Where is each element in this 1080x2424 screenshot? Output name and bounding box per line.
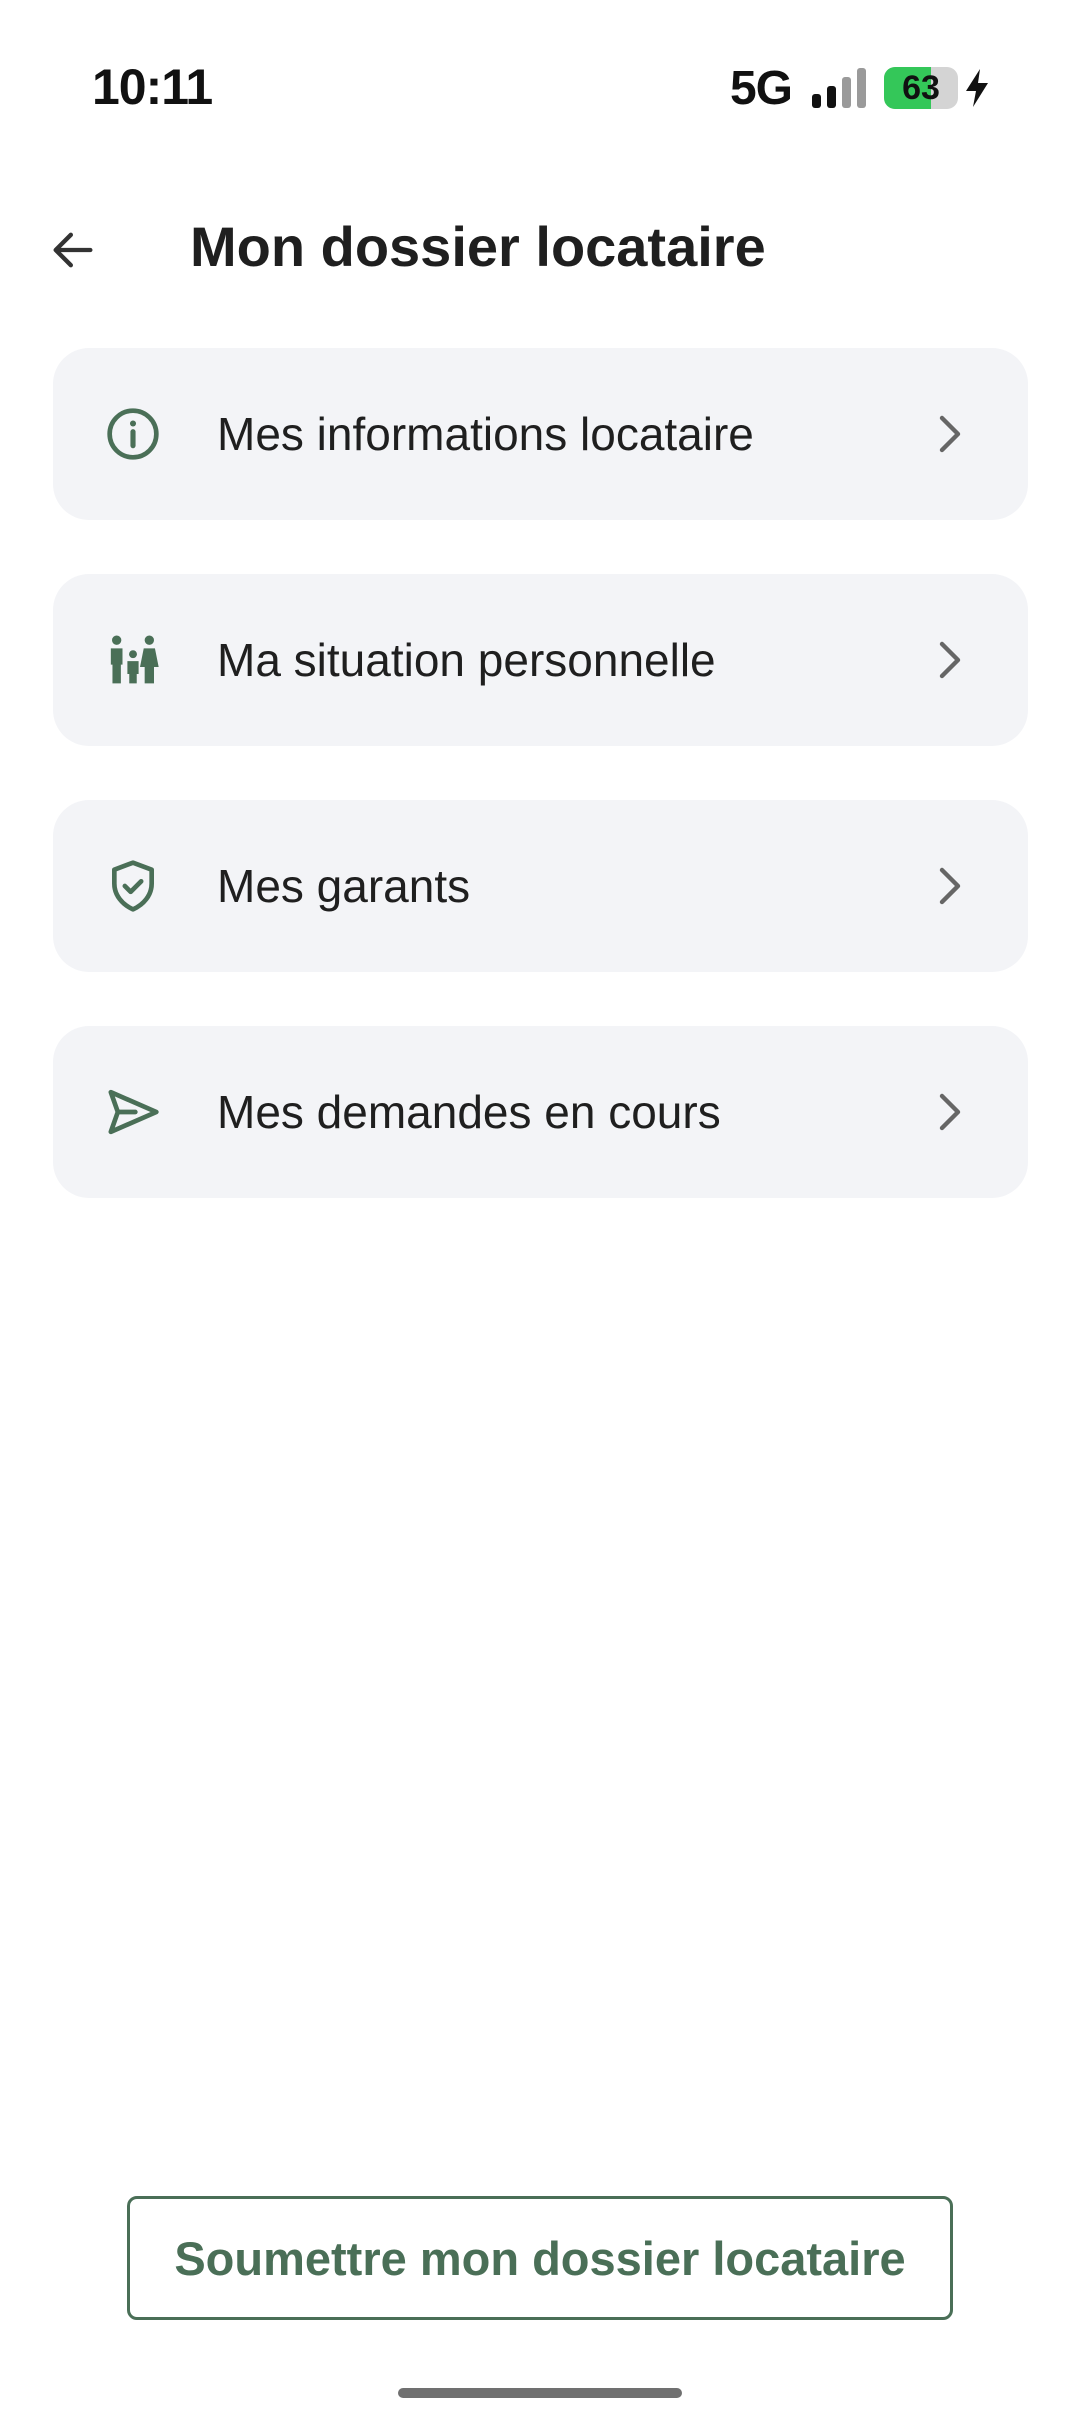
home-indicator[interactable] xyxy=(398,2388,682,2398)
family-icon xyxy=(105,632,161,688)
menu-item-situation-personnelle[interactable]: Ma situation personnelle xyxy=(53,574,1028,746)
menu-item-label: Mes informations locataire xyxy=(217,408,754,460)
menu-item-label: Mes garants xyxy=(217,860,471,912)
battery-percent: 63 xyxy=(902,68,940,107)
submit-dossier-button[interactable]: Soumettre mon dossier locataire xyxy=(127,2196,953,2320)
chevron-right-icon xyxy=(930,1084,970,1140)
menu-item-demandes-en-cours[interactable]: Mes demandes en cours xyxy=(53,1026,1028,1198)
back-button[interactable] xyxy=(30,207,116,293)
menu-item-label: Ma situation personnelle xyxy=(217,634,716,686)
chevron-right-icon xyxy=(930,632,970,688)
send-icon xyxy=(105,1084,161,1140)
signal-icon xyxy=(812,68,866,108)
charging-bolt-icon xyxy=(966,69,988,107)
status-bar: 10:11 5G 63 xyxy=(0,0,1080,170)
status-indicators: 5G 63 xyxy=(730,58,992,118)
menu-item-garants[interactable]: Mes garants xyxy=(53,800,1028,972)
menu-item-informations-locataire[interactable]: Mes informations locataire xyxy=(53,348,1028,520)
network-type: 5G xyxy=(729,61,793,115)
arrow-left-icon xyxy=(53,232,93,268)
info-icon xyxy=(105,406,161,462)
menu-list: Mes informations locataire Ma situation … xyxy=(53,348,1028,1252)
status-time: 10:11 xyxy=(92,59,213,115)
app-header: Mon dossier locataire xyxy=(0,185,1080,305)
chevron-right-icon xyxy=(930,858,970,914)
menu-item-label: Mes demandes en cours xyxy=(217,1086,721,1138)
chevron-right-icon xyxy=(930,406,970,462)
page-title: Mon dossier locataire xyxy=(190,215,766,278)
shield-check-icon xyxy=(105,858,161,914)
battery-icon: 63 xyxy=(884,67,958,109)
